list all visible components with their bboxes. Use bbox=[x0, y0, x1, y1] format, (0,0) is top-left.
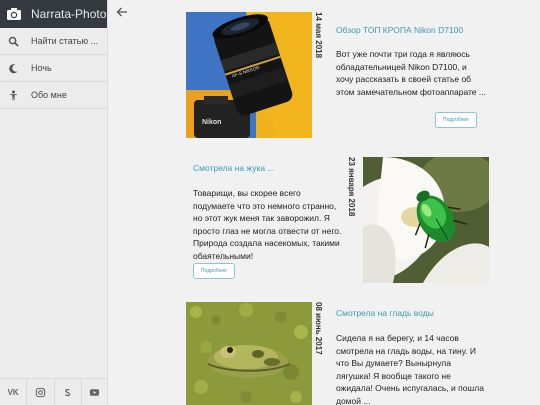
post-title[interactable]: Обзор ТОП КРОПА Nikon D7100 bbox=[336, 25, 496, 35]
sidebar-item-label: Обо мне bbox=[31, 90, 67, 100]
post-excerpt: Вот уже почти три года я являюсь обладат… bbox=[336, 49, 486, 97]
post-image-camera[interactable]: Nikon AF-S NIKKOR bbox=[186, 12, 312, 138]
moon-icon bbox=[9, 63, 18, 73]
camera-icon bbox=[7, 8, 21, 20]
instagram-icon bbox=[35, 387, 46, 397]
post-image-beetle[interactable] bbox=[363, 157, 489, 283]
sidebar-item-about[interactable]: Обо мне bbox=[0, 82, 107, 109]
camera-photo: Nikon AF-S NIKKOR bbox=[186, 12, 312, 138]
skype-link[interactable] bbox=[55, 379, 82, 405]
search-icon bbox=[8, 36, 19, 47]
vk-link[interactable]: VK bbox=[0, 379, 28, 405]
post-title[interactable]: Смотрела на жука ... bbox=[193, 163, 353, 173]
brand-bar[interactable]: Narrata-Photo bbox=[0, 0, 107, 28]
youtube-icon bbox=[90, 388, 100, 396]
post-image-frog[interactable] bbox=[186, 302, 312, 405]
frog-photo bbox=[186, 302, 312, 405]
social-bar: VK bbox=[0, 378, 108, 405]
post-date: 08 июнь 2017 bbox=[314, 302, 323, 355]
back-arrow-icon[interactable] bbox=[116, 6, 128, 18]
vk-icon: VK bbox=[7, 387, 19, 397]
svg-text:Nikon: Nikon bbox=[202, 119, 221, 126]
post-date: 14 мая 2018 bbox=[314, 12, 323, 59]
brand-title: Narrata-Photo bbox=[31, 7, 107, 21]
sidebar-item-search[interactable]: Найти статью ... bbox=[0, 28, 107, 55]
read-more-button[interactable]: Подробнее bbox=[193, 263, 235, 279]
sidebar-item-night[interactable]: Ночь bbox=[0, 55, 107, 82]
post-excerpt: Сидела я на берегу, и 14 часов смотрела … bbox=[336, 333, 484, 405]
skype-icon bbox=[65, 388, 71, 396]
post-title[interactable]: Смотрела на гладь воды bbox=[336, 308, 496, 318]
person-icon bbox=[10, 90, 17, 100]
post-date: 23 января 2018 bbox=[347, 157, 356, 217]
sidebar-item-label: Ночь bbox=[31, 63, 52, 73]
read-more-button[interactable]: Подробнее bbox=[435, 112, 477, 128]
sidebar: Narrata-Photo Найти статью ... Ночь Обо … bbox=[0, 0, 108, 405]
post-excerpt: Товарищи, вы скорее всего подумаете что … bbox=[193, 188, 342, 261]
sidebar-item-label: Найти статью ... bbox=[31, 36, 99, 46]
instagram-link[interactable] bbox=[27, 379, 55, 405]
beetle-photo bbox=[363, 157, 489, 283]
youtube-link[interactable] bbox=[82, 379, 108, 405]
